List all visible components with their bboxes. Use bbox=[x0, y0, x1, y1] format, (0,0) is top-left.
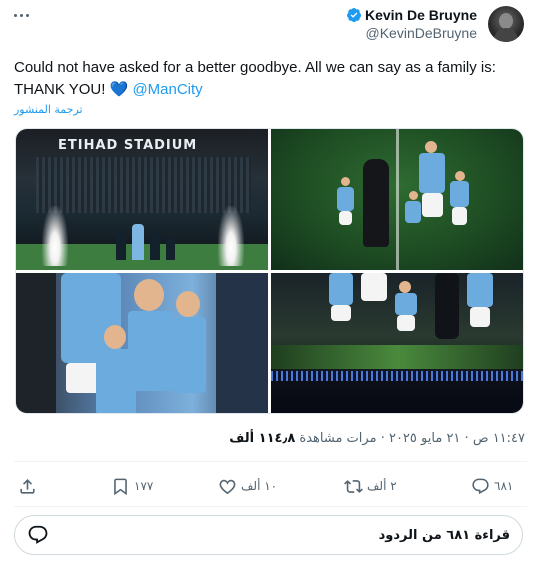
like-button[interactable]: ١٠ ألف bbox=[218, 470, 277, 502]
media-grid: ETIHAD STADIUM bbox=[15, 128, 524, 414]
mention-link[interactable]: @ManCity bbox=[132, 81, 202, 98]
tweet-card: Kevin De Bruyne @KevinDeBruyne Could not… bbox=[0, 0, 541, 565]
tweet-date[interactable]: ٢١ مايو ٢٠٢٥ bbox=[389, 431, 460, 446]
more-options-icon[interactable] bbox=[14, 8, 36, 22]
avatar[interactable] bbox=[488, 6, 524, 42]
tweet-text: Could not have asked for a better goodby… bbox=[14, 57, 529, 101]
tweet-time[interactable]: ١١:٤٧ ص bbox=[473, 431, 525, 446]
share-button[interactable] bbox=[18, 470, 37, 502]
author-handle[interactable]: @KevinDeBruyne bbox=[346, 25, 478, 41]
views-label: مرات مشاهدة bbox=[299, 431, 377, 446]
bookmark-button[interactable]: ١٧٧ bbox=[111, 470, 153, 502]
photo-players-lineup[interactable] bbox=[271, 273, 523, 413]
views-count: ١١٤٫٨ ألف bbox=[229, 431, 296, 446]
heart-icon bbox=[219, 479, 236, 494]
photo-family-closeup[interactable] bbox=[16, 273, 268, 413]
retweet-count: ٢ ألف bbox=[367, 479, 397, 493]
retweet-icon bbox=[344, 479, 363, 493]
reply-button[interactable]: ٦٨١ bbox=[471, 470, 513, 502]
chat-bubble-icon bbox=[28, 525, 48, 544]
divider-bottom bbox=[14, 506, 527, 507]
author-block[interactable]: Kevin De Bruyne @KevinDeBruyne bbox=[346, 7, 477, 41]
tweet-meta: ١١:٤٧ ص · ٢١ مايو ٢٠٢٥ · مرات مشاهدة ١١٤… bbox=[229, 431, 525, 446]
read-replies-label[interactable]: قراءة ٦٨١ من الردود bbox=[379, 528, 510, 543]
read-replies-button[interactable]: قراءة ٦٨١ من الردود bbox=[14, 515, 523, 555]
photo-pitch-walk[interactable] bbox=[271, 129, 523, 270]
reply-icon bbox=[472, 478, 489, 494]
translate-post-link[interactable]: ترجمة المنشور bbox=[14, 103, 83, 116]
retweet-button[interactable]: ٢ ألف bbox=[344, 470, 397, 502]
bookmark-icon bbox=[114, 478, 127, 495]
action-bar: ١٧٧ ١٠ ألف ٢ ألف ٦٨١ bbox=[14, 470, 527, 502]
bookmark-count: ١٧٧ bbox=[134, 479, 154, 493]
stadium-sign: ETIHAD STADIUM bbox=[58, 138, 198, 153]
tweet-body: Could not have asked for a better goodby… bbox=[14, 59, 496, 98]
blue-heart-icon: 💙 bbox=[109, 81, 129, 98]
verified-badge-icon bbox=[346, 8, 362, 23]
photo-stadium-entrance[interactable]: ETIHAD STADIUM bbox=[16, 129, 268, 270]
share-icon bbox=[20, 478, 35, 494]
author-name[interactable]: Kevin De Bruyne bbox=[365, 7, 477, 23]
reply-count: ٦٨١ bbox=[494, 479, 514, 493]
like-count: ١٠ ألف bbox=[241, 479, 278, 493]
divider-top bbox=[14, 461, 527, 462]
